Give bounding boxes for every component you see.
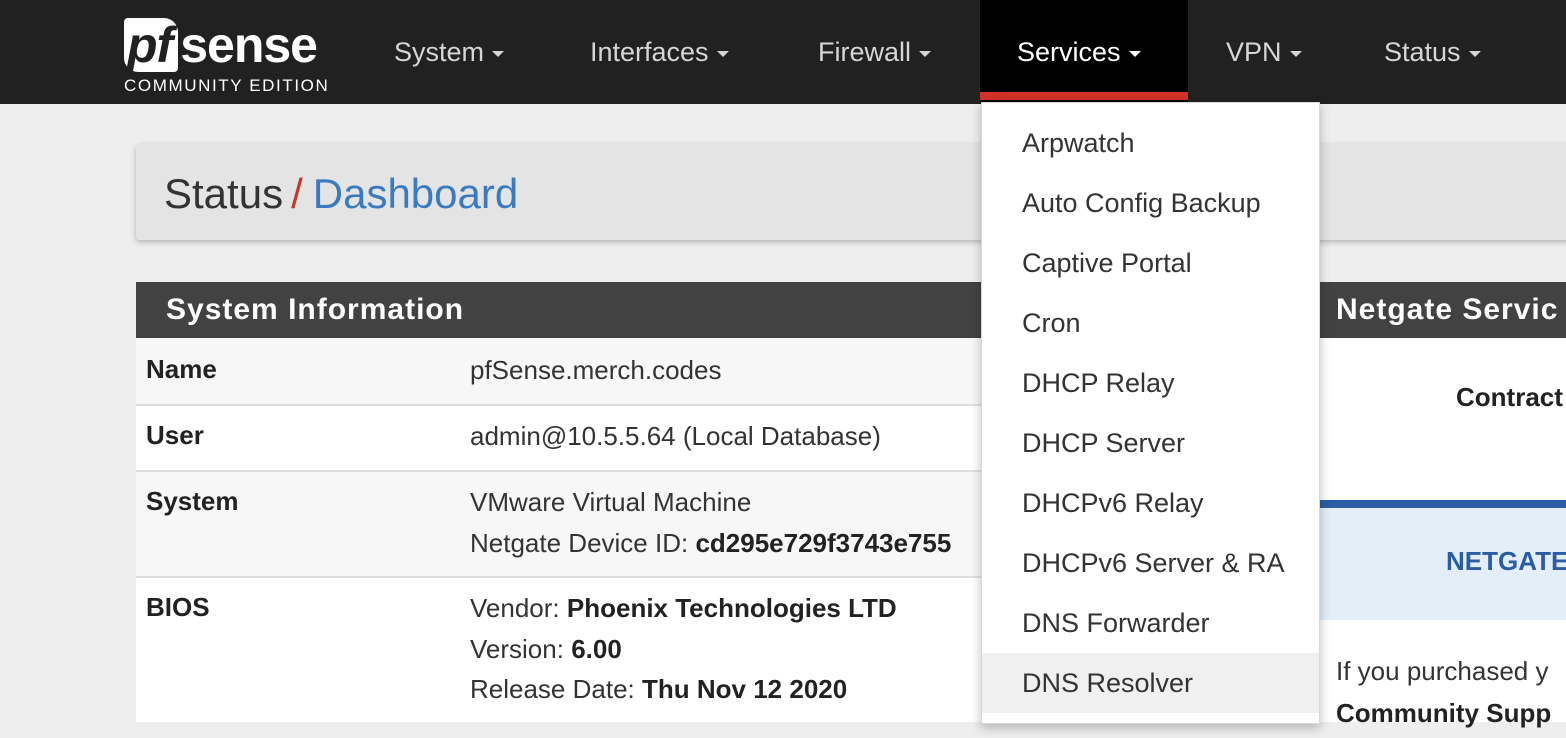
contract-label: Contract — [1456, 382, 1563, 412]
menu-item-dhcp-relay[interactable]: DHCP Relay — [982, 353, 1319, 413]
row-label: Name — [146, 354, 217, 384]
bios-vendor: Vendor: Phoenix Technologies LTD — [470, 588, 897, 629]
menu-item-dns-resolver[interactable]: DNS Resolver — [982, 653, 1319, 713]
nav-system-label: System — [394, 36, 485, 67]
bios-release-label: Release Date: — [470, 674, 635, 704]
nav-vpn-label: VPN — [1226, 36, 1282, 67]
caret-down-icon — [1289, 51, 1302, 57]
table-row: System VMware Virtual Machine Netgate De… — [136, 472, 1006, 578]
nav-services[interactable]: Services — [980, 0, 1188, 104]
menu-item-dns-forwarder[interactable]: DNS Forwarder — [982, 593, 1319, 653]
bios-version-label: Version: — [470, 634, 564, 664]
breadcrumb-current-link[interactable]: Dashboard — [313, 170, 518, 217]
netgate-services-panel: Netgate Servic Contract NETGATE If you p… — [1300, 282, 1566, 728]
nav-vpn[interactable]: VPN — [1226, 0, 1302, 104]
menu-item-dhcpv6-relay[interactable]: DHCPv6 Relay — [982, 473, 1319, 533]
menu-item-dhcp-server[interactable]: DHCP Server — [982, 413, 1319, 473]
menu-item-dhcpv6-server-ra[interactable]: DHCPv6 Server & RA — [982, 533, 1319, 593]
page-title: Status / Dashboard — [164, 170, 518, 218]
top-navbar: pf sense COMMUNITY EDITION System Interfa… — [0, 0, 1566, 104]
nav-status[interactable]: Status — [1384, 0, 1481, 104]
nav-firewall[interactable]: Firewall — [818, 0, 932, 104]
breadcrumb: Status / Dashboard — [136, 144, 1566, 240]
table-row: BIOS Vendor: Phoenix Technologies LTD Ve… — [136, 578, 1006, 738]
services-dropdown-menu: Arpwatch Auto Config Backup Captive Port… — [981, 102, 1320, 724]
bios-version-value: 6.00 — [571, 634, 622, 664]
bios-version: Version: 6.00 — [470, 629, 622, 670]
row-value: admin@10.5.5.64 (Local Database) — [470, 421, 881, 451]
row-value: pfSense.merch.codes — [470, 355, 722, 385]
nav-firewall-label: Firewall — [818, 36, 912, 67]
breadcrumb-parent: Status — [164, 170, 284, 217]
device-id: Netgate Device ID: cd295e729f3743e755 — [470, 523, 951, 564]
logo-pf: pf — [124, 18, 179, 72]
pfsense-logo[interactable]: pf sense COMMUNITY EDITION — [124, 12, 339, 96]
purchased-text: If you purchased y — [1336, 656, 1549, 686]
caret-down-icon — [1468, 51, 1481, 57]
system-model: VMware Virtual Machine — [470, 487, 752, 517]
row-label: User — [146, 420, 204, 450]
nav-interfaces-label: Interfaces — [590, 36, 709, 67]
netgate-banner-text[interactable]: NETGATE — [1446, 546, 1566, 577]
menu-item-auto-config-backup[interactable]: Auto Config Backup — [982, 173, 1319, 233]
breadcrumb-separator: / — [291, 170, 303, 217]
logo-wordmark: pf sense — [124, 12, 318, 73]
panel-heading: Netgate Servic — [1300, 282, 1566, 338]
bios-release-date: Release Date: Thu Nov 12 2020 — [470, 669, 847, 710]
row-label: System — [146, 486, 239, 516]
menu-item-captive-portal[interactable]: Captive Portal — [982, 233, 1319, 293]
menu-item-arpwatch[interactable]: Arpwatch — [982, 113, 1319, 173]
caret-down-icon — [492, 51, 505, 57]
nav-services-label: Services — [1017, 36, 1121, 67]
device-id-label: Netgate Device ID: — [470, 528, 689, 558]
bios-vendor-label: Vendor: — [470, 593, 560, 623]
bios-release-value: Thu Nov 12 2020 — [642, 674, 848, 704]
logo-sense: sense — [180, 17, 318, 73]
nav-status-label: Status — [1384, 36, 1461, 67]
nav-interfaces[interactable]: Interfaces — [590, 0, 729, 104]
nav-system[interactable]: System — [394, 0, 505, 104]
caret-down-icon — [1128, 51, 1141, 57]
system-info-table: Name pfSense.merch.codes User admin@10.5… — [136, 338, 1006, 738]
active-nav-indicator — [980, 92, 1188, 100]
caret-down-icon — [716, 51, 729, 57]
caret-down-icon — [919, 51, 932, 57]
table-row: Name pfSense.merch.codes — [136, 338, 1006, 406]
system-information-panel: System Information Name pfSense.merch.co… — [136, 282, 1006, 722]
menu-item-cron[interactable]: Cron — [982, 293, 1319, 353]
netgate-banner: NETGATE — [1316, 500, 1566, 620]
bios-vendor-value: Phoenix Technologies LTD — [566, 593, 897, 623]
logo-edition: COMMUNITY EDITION — [124, 76, 330, 95]
row-label: BIOS — [146, 592, 210, 622]
panel-heading: System Information — [136, 282, 1006, 338]
device-id-value: cd295e729f3743e755 — [695, 528, 952, 558]
table-row: User admin@10.5.5.64 (Local Database) — [136, 406, 1006, 472]
